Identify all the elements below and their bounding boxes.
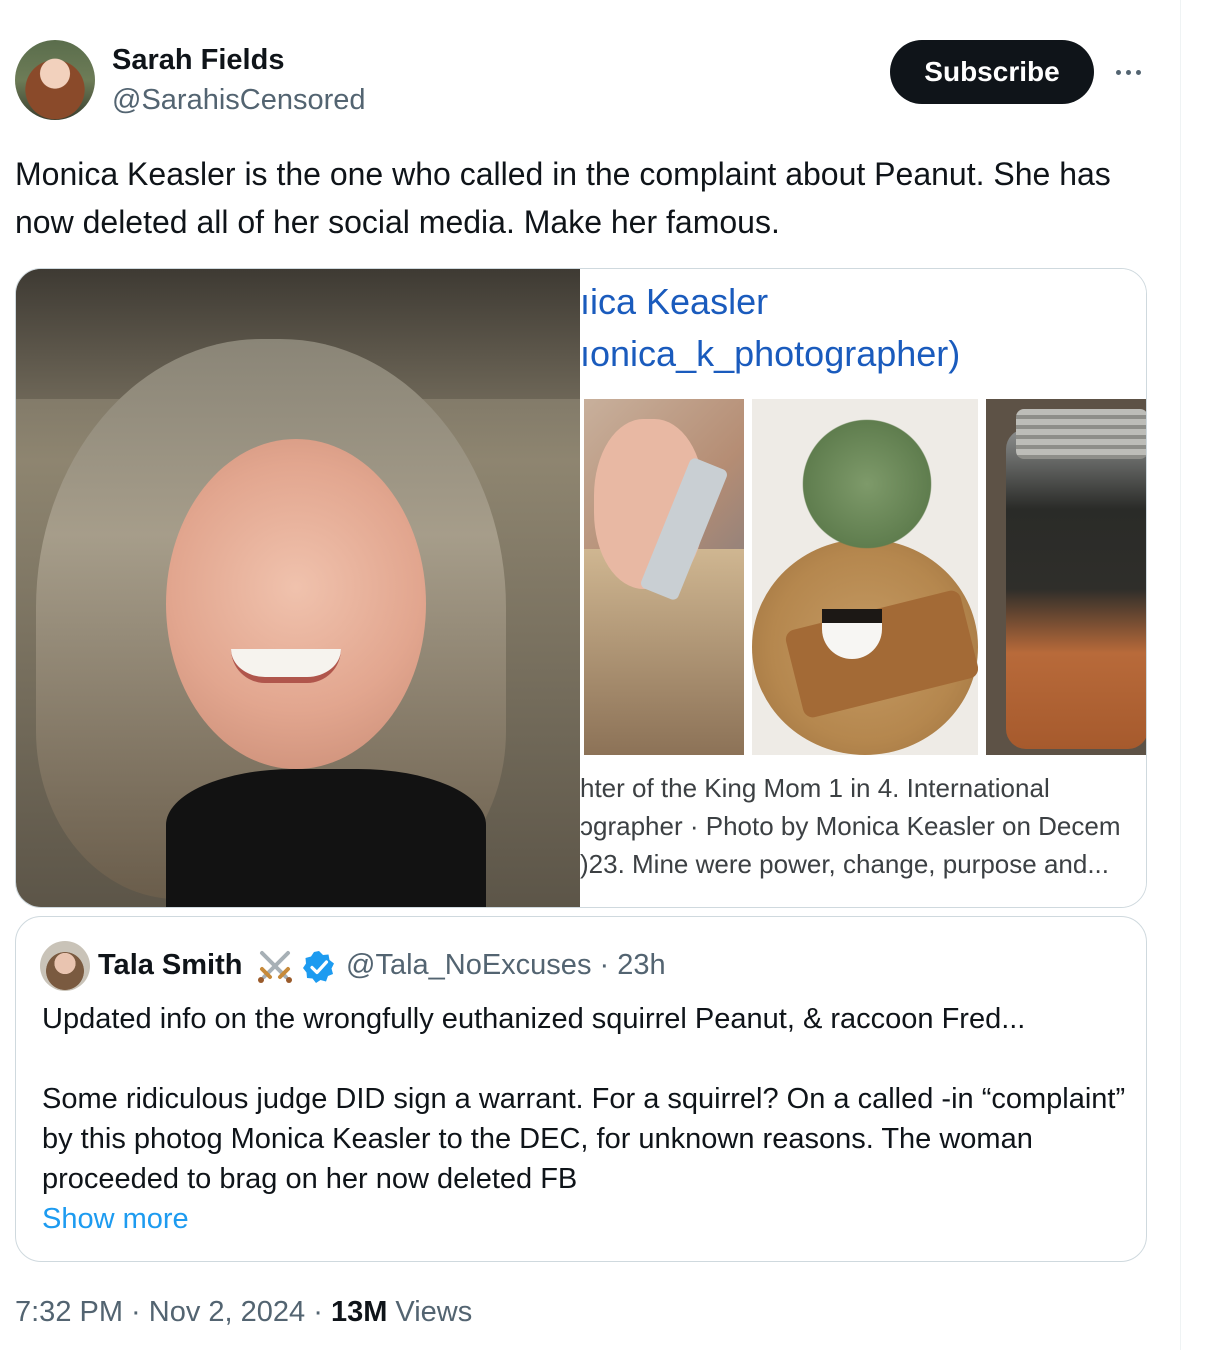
author-handle[interactable]: @SarahisCensored [112,84,366,117]
timestamp[interactable]: 7:32 PM · Nov 2, 2024 · [15,1296,331,1328]
quote-tweet[interactable]: Tala Smith @Tala_NoExcuses · 23h Updated… [15,916,1147,1262]
author-name[interactable]: Sarah Fields [112,44,284,77]
dot [1125,69,1131,75]
tweet-meta: 7:32 PM · Nov 2, 2024 · 13M Views [15,1296,472,1329]
tweet-media[interactable]: ıica Keasler ıonica_k_photographer) hter… [15,268,1147,908]
quote-author-avatar [40,941,90,991]
dot [1115,69,1121,75]
verified-badge-icon [303,951,334,983]
photo-face [166,439,426,769]
views-count: 13M [330,1296,388,1328]
caption-line: hter of the King Mom 1 in 4. Internation… [580,773,1050,803]
quote-handle-time: @Tala_NoExcuses · 23h [346,949,666,981]
views-label: Views [387,1296,473,1328]
photo-smile [231,649,341,683]
quote-author-name: Tala Smith [98,949,243,981]
profile-handle-link: ıonica_k_photographer) [580,333,961,374]
author-avatar[interactable] [15,40,95,120]
media-photo-right[interactable]: ıica Keasler ıonica_k_photographer) hter… [580,269,1146,907]
media-photo-left[interactable] [16,269,580,907]
show-more-link[interactable]: Show more [42,1199,189,1239]
column-divider [1180,0,1181,1350]
thumb-jar [1006,429,1146,749]
profile-caption: hter of the King Mom 1 in 4. Internation… [580,769,1146,883]
tweet-page: Sarah Fields @SarahisCensored Subscribe … [0,0,1208,1350]
thumb-plant [792,409,942,559]
quote-text-line: Updated info on the wrongfully euthanize… [42,1003,1026,1035]
dot [1135,69,1141,75]
caption-line: )23. Mine were power, change, purpose an… [580,849,1109,879]
crossed-swords-icon [258,951,292,983]
subscribe-button[interactable]: Subscribe [890,40,1094,104]
tweet-text: Monica Keasler is the one who called in … [15,156,1111,240]
profile-name-link: ıica Keasler [580,281,769,322]
thumbnail-jar [986,399,1146,755]
photo-clothing [166,769,486,907]
thumbnail-portrait [584,399,744,755]
more-options-icon[interactable] [1108,54,1148,90]
thumb-lid [1016,409,1146,459]
quote-text-paragraph: Some ridiculous judge DID sign a warrant… [42,1083,1126,1195]
thumbnail-still-life [752,399,978,755]
caption-line: ɔgrapher · Photo by Monica Keasler on De… [580,811,1121,841]
